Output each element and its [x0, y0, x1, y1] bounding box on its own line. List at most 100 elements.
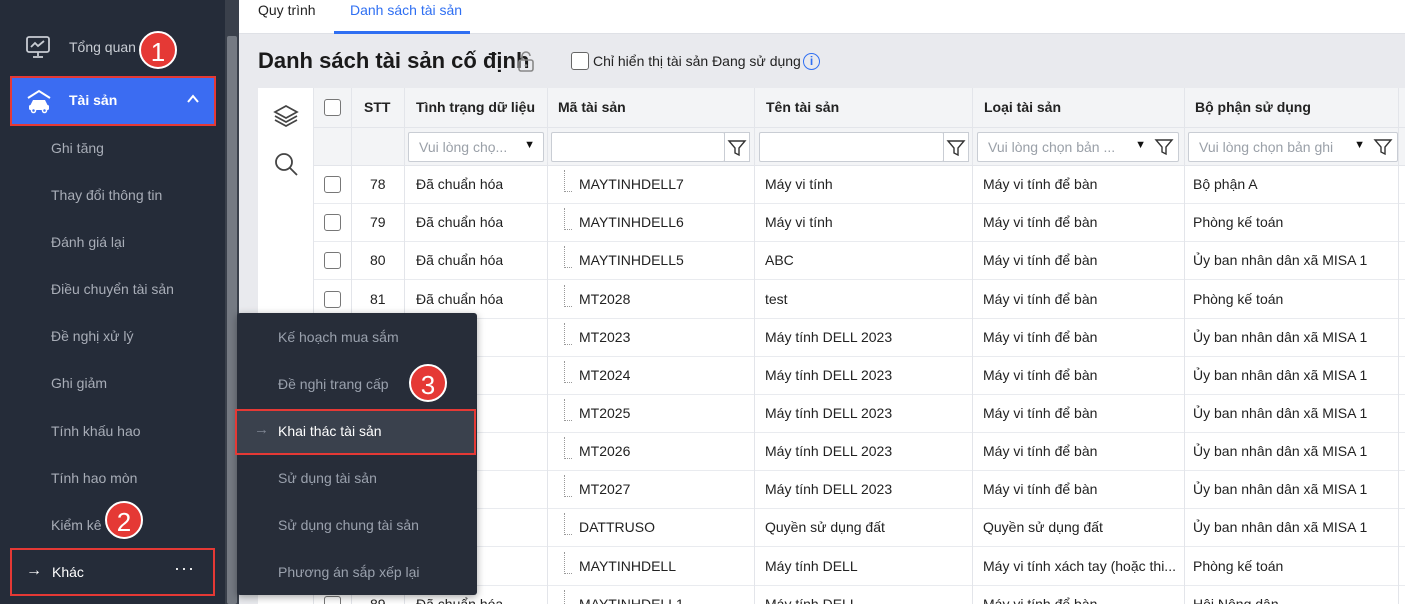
- column-header-stt[interactable]: STT: [364, 99, 390, 115]
- status-filter-select[interactable]: Vui lòng chọ... ▼: [408, 132, 544, 162]
- tab-process[interactable]: Quy trình: [258, 2, 316, 18]
- row-checkbox[interactable]: [324, 596, 341, 604]
- active-only-checkbox[interactable]: [571, 52, 589, 70]
- row-checkbox[interactable]: [324, 252, 341, 269]
- menu-item-equipment-request[interactable]: Đề nghị trang cấp: [278, 376, 389, 392]
- scrollbar-thumb[interactable]: [227, 36, 237, 604]
- tree-connector: [564, 437, 572, 459]
- status-filter-placeholder: Vui lòng chọ...: [419, 139, 508, 155]
- table-row[interactable]: hóaMT2024Máy tính DELL 2023Máy vi tính đ…: [314, 357, 1405, 395]
- table-row[interactable]: 79 Đã chuẩn hóa MAYTINHDELL6 Máy vi tính Máy…: [314, 204, 1405, 242]
- cell-code: MAYTINHDELL: [579, 558, 676, 574]
- name-filter-button[interactable]: [943, 132, 969, 162]
- caret-down-icon: ▼: [524, 139, 535, 151]
- cell-dept: Phòng kế toán: [1193, 291, 1284, 307]
- column-header-name[interactable]: Tên tài sản: [766, 99, 839, 115]
- cell-type: Máy vi tính xách tay (hoặc thi...: [983, 558, 1176, 574]
- sidebar-item-label: Tổng quan: [69, 39, 136, 55]
- sidebar-item-other[interactable]: → Khác ···: [10, 548, 215, 596]
- more-icon[interactable]: ···: [174, 558, 195, 579]
- cell-status: Đã chuẩn hóa: [416, 176, 504, 192]
- menu-item-asset-usage[interactable]: Sử dụng tài sản: [278, 470, 377, 486]
- filter-icon[interactable]: [1152, 135, 1176, 159]
- cell-status: Đã chuẩn hóa: [416, 596, 504, 604]
- row-checkbox[interactable]: [324, 214, 341, 231]
- menu-item-asset-exploitation[interactable]: → Khai thác tài sản: [235, 409, 476, 455]
- tree-connector: [564, 208, 572, 230]
- cell-status: Đã chuẩn hóa: [416, 214, 504, 230]
- page-title: Danh sách tài sản cố định: [258, 48, 530, 73]
- sidebar-subitem-kiem-ke[interactable]: Kiểm kê: [51, 517, 102, 533]
- sidebar-subitem-ghi-giam[interactable]: Ghi giảm: [51, 375, 107, 391]
- unlock-icon[interactable]: [516, 50, 536, 72]
- active-only-label[interactable]: Chỉ hiển thị tài sản Đang sử dụng: [593, 53, 801, 69]
- filter-icon: [727, 140, 747, 157]
- sidebar-subitem-tinh-hao-mon[interactable]: Tính hao mòn: [51, 470, 137, 486]
- sidebar-subitem-thay-doi-thong-tin[interactable]: Thay đổi thông tin: [51, 187, 162, 203]
- name-filter-input[interactable]: [759, 132, 944, 162]
- row-checkbox[interactable]: [324, 176, 341, 193]
- table-row[interactable]: 89 Đã chuẩn hóa MAYTINHDELL1 Máy tính DELL M…: [314, 586, 1405, 604]
- chevron-up-icon[interactable]: [186, 92, 200, 106]
- cell-name: Máy tính DELL: [765, 596, 858, 604]
- table-row[interactable]: 81 Đã chuẩn hóa MT2028 test Máy vi tính để b…: [314, 281, 1405, 319]
- cell-type: Máy vi tính để bàn: [983, 291, 1098, 307]
- code-filter-button[interactable]: [724, 132, 750, 162]
- cell-type: Máy vi tính để bàn: [983, 405, 1098, 421]
- table-row[interactable]: hóaMT2025Máy tính DELL 2023Máy vi tính đ…: [314, 395, 1405, 433]
- table-row[interactable]: hóaMT2026Máy tính DELL 2023Máy vi tính đ…: [314, 433, 1405, 471]
- column-header-code[interactable]: Mã tài sản: [558, 99, 626, 115]
- cell-dept: Phòng kế toán: [1193, 214, 1284, 230]
- asset-table: STT Tình trạng dữ liệu Mã tài sản Tên tà…: [314, 88, 1405, 604]
- column-header-dept[interactable]: Bộ phận sử dụng: [1195, 99, 1311, 115]
- menu-item-shared-usage[interactable]: Sử dụng chung tài sản: [278, 517, 419, 533]
- table-row[interactable]: hóaMT2027Máy tính DELL 2023Máy vi tính đ…: [314, 471, 1405, 509]
- sidebar-item-label: Tài sản: [69, 92, 118, 108]
- cell-dept: Ủy ban nhân dân xã MISA 1: [1193, 405, 1368, 421]
- cell-type: Máy vi tính để bàn: [983, 176, 1098, 192]
- cell-type: Máy vi tính để bàn: [983, 214, 1098, 230]
- select-all-checkbox[interactable]: [324, 99, 341, 116]
- code-filter-input[interactable]: [551, 132, 725, 162]
- tab-asset-list[interactable]: Danh sách tài sản: [350, 2, 462, 18]
- cell-code: MAYTINHDELL5: [579, 252, 684, 268]
- dept-filter-select[interactable]: Vui lòng chọn bản ghi ▼: [1188, 132, 1398, 162]
- table-row[interactable]: hóaMT2023Máy tính DELL 2023Máy vi tính đ…: [314, 319, 1405, 357]
- sidebar-item-assets[interactable]: Tài sản: [10, 76, 216, 126]
- cell-dept: Hội Nông dân: [1193, 596, 1279, 604]
- cell-status: Đã chuẩn hóa: [416, 291, 504, 307]
- cell-code: MAYTINHDELL7: [579, 176, 684, 192]
- column-header-status[interactable]: Tình trạng dữ liệu: [416, 99, 535, 115]
- type-filter-select[interactable]: Vui lòng chọn bản ... ▼: [977, 132, 1179, 162]
- table-row[interactable]: 80 Đã chuẩn hóa MAYTINHDELL5 ABC Máy vi tính…: [314, 242, 1405, 280]
- sidebar-subitem-tinh-khau-hao[interactable]: Tính khấu hao: [51, 423, 141, 439]
- tree-connector: [564, 590, 572, 604]
- cell-name: ABC: [765, 252, 794, 268]
- sidebar-subitem-de-nghi-xu-ly[interactable]: Đề nghị xử lý: [51, 328, 134, 344]
- table-row[interactable]: hóaDATTRUSOQuyền sử dụng đấtQuyền sử dụn…: [314, 509, 1405, 547]
- sidebar-item-overview[interactable]: Tổng quan: [0, 28, 225, 68]
- table-row[interactable]: 78 Đã chuẩn hóa MAYTINHDELL7 Máy vi tính Máy…: [314, 166, 1405, 204]
- cell-type: Máy vi tính để bàn: [983, 252, 1098, 268]
- row-checkbox[interactable]: [324, 291, 341, 308]
- layers-icon[interactable]: [272, 102, 300, 130]
- cell-stt: 81: [370, 291, 386, 307]
- sidebar-item-label: Khác: [52, 564, 84, 580]
- sidebar-subitem-ghi-tang[interactable]: Ghi tăng: [51, 140, 104, 156]
- sidebar-subitem-dieu-chuyen[interactable]: Điều chuyển tài sản: [51, 281, 174, 297]
- table-row[interactable]: hóaMAYTINHDELLMáy tính DELLMáy vi tính x…: [314, 548, 1405, 586]
- filter-icon[interactable]: [1371, 135, 1395, 159]
- tree-connector: [564, 361, 572, 383]
- menu-item-procurement-plan[interactable]: Kế hoạch mua sắm: [278, 329, 399, 345]
- column-header-type[interactable]: Loại tài sản: [984, 99, 1061, 115]
- cell-code: MT2023: [579, 329, 631, 345]
- info-icon[interactable]: i: [803, 53, 820, 70]
- cell-name: test: [765, 291, 788, 307]
- menu-item-rearrangement-plan[interactable]: Phương án sắp xếp lại: [278, 564, 420, 580]
- column-divider: [547, 88, 548, 604]
- search-icon[interactable]: [272, 150, 300, 178]
- cell-name: Máy tính DELL 2023: [765, 481, 893, 497]
- arrow-right-icon: →: [254, 421, 269, 438]
- sidebar-subitem-danh-gia-lai[interactable]: Đánh giá lại: [51, 234, 125, 250]
- cell-dept: Ủy ban nhân dân xã MISA 1: [1193, 481, 1368, 497]
